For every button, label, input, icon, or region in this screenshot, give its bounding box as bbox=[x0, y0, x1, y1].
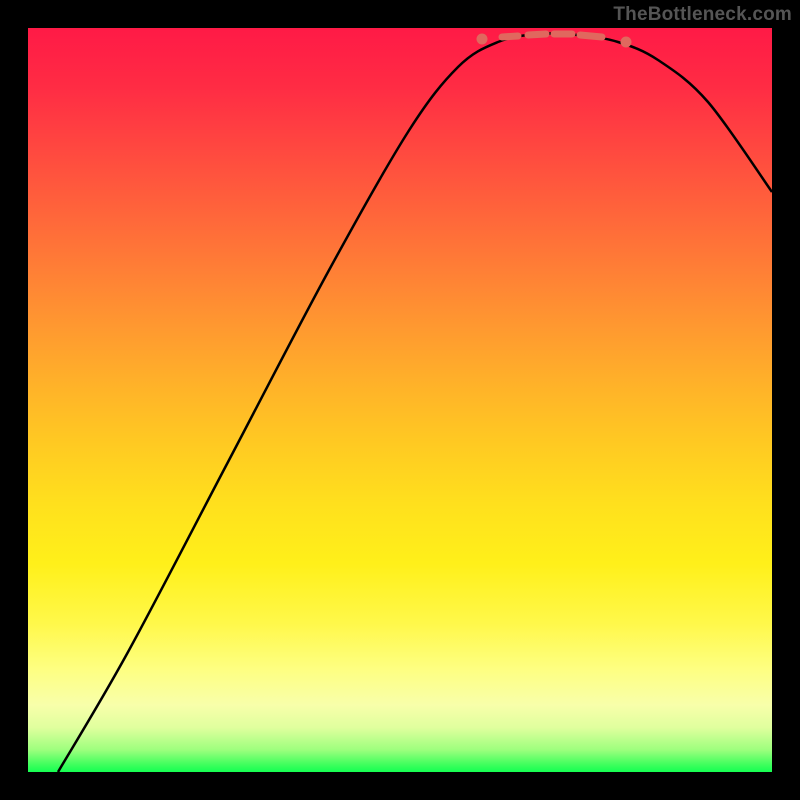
marker-dash bbox=[528, 34, 546, 35]
curve-svg bbox=[28, 28, 772, 772]
watermark-text: TheBottleneck.com bbox=[613, 4, 792, 26]
chart-frame: TheBottleneck.com bbox=[0, 0, 800, 800]
marker-dot bbox=[477, 34, 488, 45]
plot-area bbox=[28, 28, 772, 772]
marker-dot bbox=[621, 37, 632, 48]
marker-dash bbox=[580, 35, 602, 37]
bottleneck-curve bbox=[58, 33, 772, 772]
marker-dashes bbox=[502, 34, 602, 37]
marker-dash bbox=[502, 36, 518, 37]
